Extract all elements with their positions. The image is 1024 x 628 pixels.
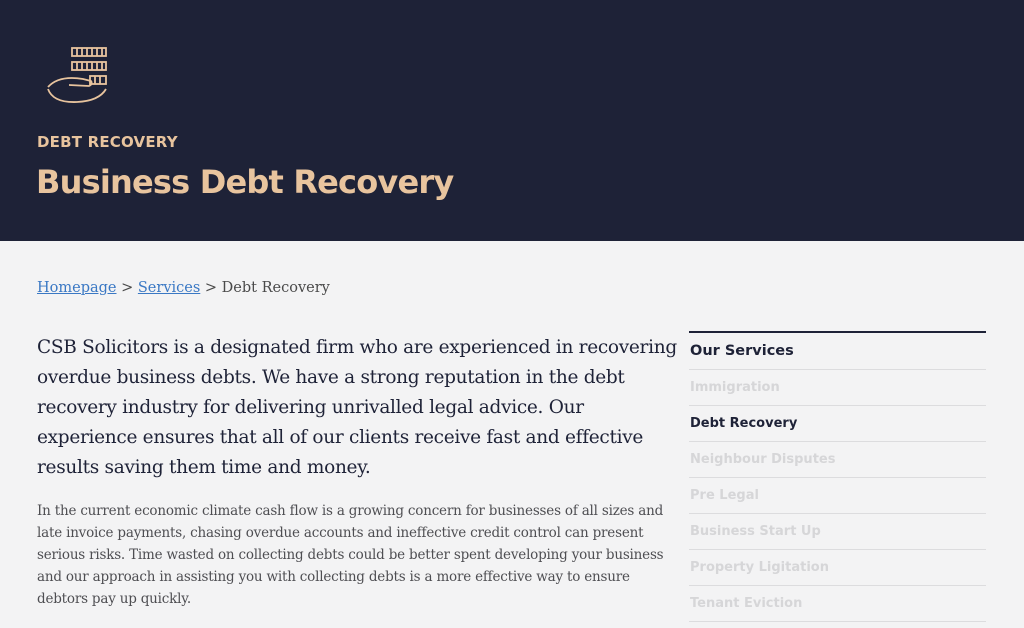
- breadcrumb-current: Debt Recovery: [221, 280, 330, 296]
- sidebar-item-tenant-eviction[interactable]: Tenant Eviction: [689, 586, 986, 622]
- services-sidebar: Our Services Immigration Debt Recovery N…: [689, 331, 986, 622]
- breadcrumb-services-link[interactable]: Services: [138, 280, 200, 296]
- breadcrumb-separator: >: [204, 280, 218, 296]
- breadcrumb-separator: >: [121, 280, 134, 296]
- breadcrumb: Homepage > Services > Debt Recovery: [37, 280, 330, 296]
- sidebar-item-property-ligitation[interactable]: Property Ligitation: [689, 550, 986, 586]
- sidebar-heading: Our Services: [689, 333, 986, 370]
- body-paragraph: In the current economic climate cash flo…: [37, 503, 664, 607]
- sidebar-item-business-start-up[interactable]: Business Start Up: [689, 514, 986, 550]
- sidebar-item-neighbour-disputes[interactable]: Neighbour Disputes: [689, 442, 986, 478]
- page-header: DEBT RECOVERY Business Debt Recovery: [0, 0, 1024, 241]
- breadcrumb-homepage-link[interactable]: Homepage: [37, 280, 117, 296]
- page-title: Business Debt Recovery: [36, 163, 454, 201]
- section-eyebrow: DEBT RECOVERY: [37, 133, 178, 151]
- sidebar-item-immigration[interactable]: Immigration: [689, 370, 986, 406]
- intro-paragraph: CSB Solicitors is a designated firm who …: [37, 337, 677, 478]
- coins-hand-icon: [47, 47, 107, 103]
- sidebar-item-pre-legal[interactable]: Pre Legal: [689, 478, 986, 514]
- sidebar-item-debt-recovery[interactable]: Debt Recovery: [689, 406, 986, 442]
